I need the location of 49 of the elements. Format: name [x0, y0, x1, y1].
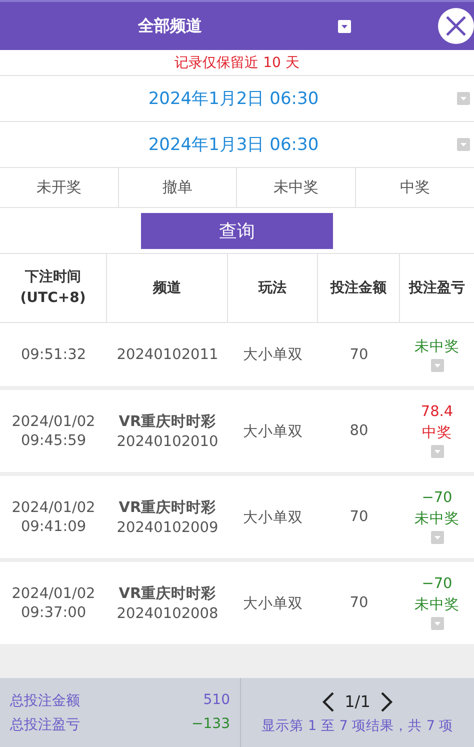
issue-number: 20240102011	[116, 346, 218, 362]
notice-text: 记录仅保留近 10 天	[174, 54, 300, 72]
result-status: 未中奖	[414, 338, 460, 356]
date-picker[interactable]: 2024年1月3日 06:30	[0, 133, 457, 156]
bet-time: 09:45:59	[20, 432, 86, 448]
bet-time: 09:41:09	[20, 518, 86, 534]
page-indicator: 1/1	[344, 692, 370, 711]
channel-name: VR重庆时时彩	[118, 584, 216, 603]
bet-time: 09:51:32	[20, 346, 86, 362]
total-value: −133	[192, 716, 230, 734]
play-type: 大小单双	[243, 594, 303, 612]
channel-name: VR重庆时时彩	[118, 498, 216, 517]
previous-page-button[interactable]	[320, 690, 335, 712]
caret-icon[interactable]	[338, 20, 351, 32]
bet-amount: 70	[350, 346, 368, 362]
result-status: 未中奖	[414, 596, 460, 614]
bet-date: 2024/01/02	[12, 500, 96, 516]
result-summary: 显示第 1 至 7 项结果，共 7 项	[262, 716, 454, 734]
date-picker[interactable]: 2024年1月2日 06:30	[0, 87, 457, 110]
bet-amount: 70	[350, 509, 368, 525]
issue-number: 20240102008	[116, 606, 218, 622]
play-type: 大小单双	[243, 422, 303, 440]
bet-date: 2024/01/02	[12, 586, 96, 602]
result-status: 未中奖	[414, 510, 460, 528]
profit-value: −70	[422, 576, 452, 592]
issue-number: 20240102009	[116, 520, 218, 536]
result-status: 中奖	[422, 424, 452, 442]
total-value: 510	[203, 692, 230, 710]
total-label: 总投注金额	[10, 692, 80, 710]
bet-amount: 80	[350, 423, 368, 439]
column-header: 投注盈亏	[408, 278, 466, 298]
column-header: 投注金额	[318, 254, 400, 322]
next-page-button[interactable]	[380, 690, 394, 712]
bet-date: 2024/01/02	[12, 414, 96, 430]
issue-number: 20240102010	[116, 434, 218, 450]
play-type: 大小单双	[243, 346, 303, 364]
bet-amount: 70	[350, 595, 368, 611]
close-button[interactable]	[438, 8, 474, 44]
bet-time: 09:37:00	[20, 604, 86, 620]
column-header: 频道	[107, 254, 228, 322]
channel-selector[interactable]: 全部频道	[138, 16, 338, 36]
column-header: 玩法	[228, 254, 318, 322]
play-type: 大小单双	[243, 508, 303, 526]
profit-value: −70	[422, 490, 452, 506]
profit-value: 78.4	[420, 404, 454, 420]
channel-name: VR重庆时时彩	[118, 412, 216, 431]
column-header: 下注时间 (UTC+8)	[0, 254, 107, 322]
query-button[interactable]: 查询	[141, 212, 333, 248]
total-label: 总投注盈亏	[10, 716, 80, 734]
